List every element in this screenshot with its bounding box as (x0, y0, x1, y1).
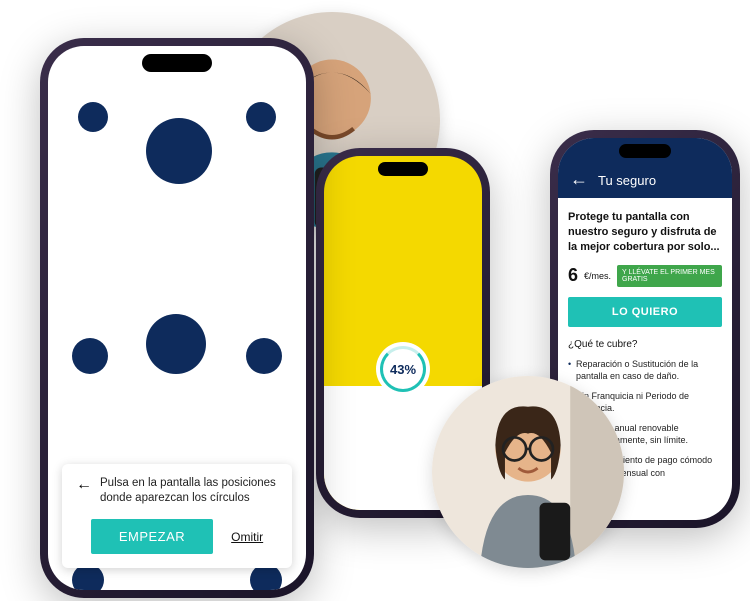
start-button[interactable]: EMPEZAR (91, 519, 213, 554)
tap-target[interactable] (78, 102, 108, 132)
phone-notch (378, 162, 428, 176)
progress-ring: 43% (376, 342, 430, 396)
person-photo-icon (432, 376, 624, 568)
tap-target[interactable] (246, 102, 276, 132)
tap-target[interactable] (246, 338, 282, 374)
phone-notch (619, 144, 671, 158)
price-suffix: €/mes. (584, 271, 611, 281)
progress-label: 43% (390, 362, 416, 377)
back-icon[interactable]: ← (570, 170, 588, 188)
tap-target[interactable] (72, 338, 108, 374)
want-button[interactable]: LO QUIERO (568, 297, 722, 327)
instruction-card: ← Pulsa en la pantalla las posiciones do… (62, 464, 292, 568)
back-arrow-icon[interactable]: ← (76, 476, 92, 494)
tap-target[interactable] (146, 118, 212, 184)
skip-link[interactable]: Omitir (231, 530, 263, 544)
list-item: Reparación o Sustitución de la pantalla … (568, 358, 722, 382)
price-row: 6 €/mes. Y LLÉVATE EL PRIMER MES GRATIS (568, 265, 722, 287)
header-title: Tu seguro (598, 173, 656, 188)
phone-notch (142, 54, 212, 72)
headline: Protege tu pantalla con nuestro seguro y… (568, 210, 722, 255)
avatar-woman (432, 376, 624, 568)
instruction-text: Pulsa en la pantalla las posiciones dond… (100, 476, 278, 507)
tap-target[interactable] (146, 314, 206, 374)
price-value: 6 (568, 265, 578, 286)
phone-tap-test: ← Pulsa en la pantalla las posiciones do… (40, 38, 314, 598)
coverage-heading: ¿Qué te cubre? (568, 339, 722, 350)
promo-badge: Y LLÉVATE EL PRIMER MES GRATIS (617, 265, 722, 287)
